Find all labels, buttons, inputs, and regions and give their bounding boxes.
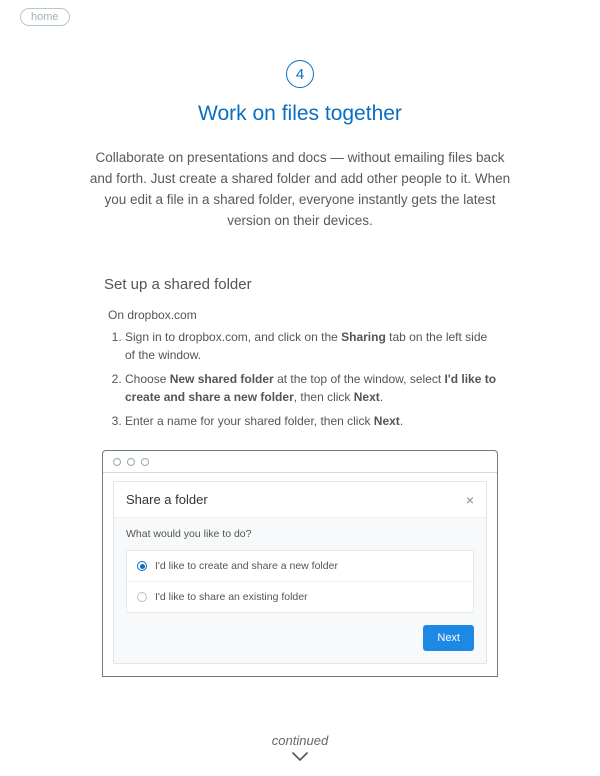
option-label: I'd like to create and share a new folde… <box>155 560 338 572</box>
share-folder-dialog-illustration: Share a folder × What would you like to … <box>102 450 498 677</box>
instruction-steps: On dropbox.com Sign in to dropbox.com, a… <box>108 306 500 436</box>
window-dot-icon <box>127 458 135 466</box>
step-3: Enter a name for your shared folder, the… <box>125 412 500 430</box>
dialog-prompt: What would you like to do? <box>126 528 474 540</box>
window-dot-icon <box>141 458 149 466</box>
home-button[interactable]: home <box>20 8 70 26</box>
step-number-badge: 4 <box>286 60 314 88</box>
chevron-down-icon[interactable] <box>291 750 309 768</box>
option-list: I'd like to create and share a new folde… <box>126 550 474 613</box>
option-share-existing[interactable]: I'd like to share an existing folder <box>127 582 473 612</box>
dialog-title: Share a folder <box>126 492 208 507</box>
option-label: I'd like to share an existing folder <box>155 591 308 603</box>
step-1: Sign in to dropbox.com, and click on the… <box>125 328 500 364</box>
continued-label: continued <box>0 733 600 748</box>
radio-unselected-icon <box>137 592 147 602</box>
window-dot-icon <box>113 458 121 466</box>
section-heading: Set up a shared folder <box>104 276 252 293</box>
step-2: Choose New shared folder at the top of t… <box>125 370 500 406</box>
radio-selected-icon <box>137 561 147 571</box>
intro-paragraph: Collaborate on presentations and docs — … <box>88 148 512 232</box>
page-title: Work on files together <box>0 102 600 126</box>
on-site-label: On dropbox.com <box>108 306 500 324</box>
close-icon[interactable]: × <box>466 493 474 507</box>
next-button[interactable]: Next <box>423 625 474 651</box>
window-titlebar <box>103 451 497 473</box>
option-create-new[interactable]: I'd like to create and share a new folde… <box>127 551 473 582</box>
